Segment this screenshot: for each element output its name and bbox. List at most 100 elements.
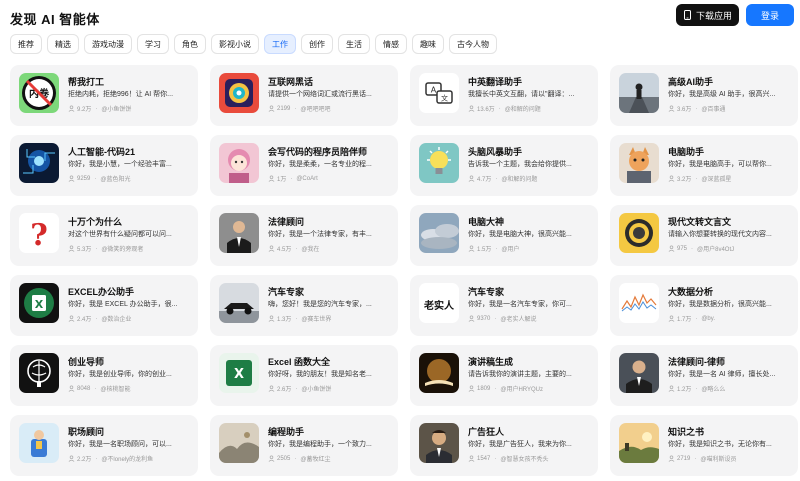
agent-card[interactable]: 大数据分析你好，我是数据分析，很高兴能... 1.7万 · @by. (610, 275, 798, 336)
agent-card[interactable]: 法律顾问 你好，我是一个法律专家，有丰... 4.5万 · @我在 (210, 205, 398, 266)
agent-card[interactable]: 广告狂人 你好，我是广告狂人，我来为你... 1547 · @智慧女孩不秃头 (410, 415, 598, 476)
login-button[interactable]: 登录 (746, 4, 794, 26)
agent-card[interactable]: ? 十万个为什么 对这个世界有什么疑问都可以问... 5.3万 · @微笑的旁观者 (10, 205, 198, 266)
agent-card[interactable]: 互联网黑话 请提供一个网络词汇或流行黑话... 2199 · @吧吧吧吧 (210, 65, 398, 126)
agent-usage-count: 8048 (77, 385, 91, 392)
agent-usage-count: 1.7万 (677, 317, 692, 323)
agent-card[interactable]: 电脑助手 你好，我是电脑高手，可以帮你... 3.2万 · @深蓝孤星 (610, 135, 798, 196)
agent-description: 你好，我是编程助手，一个致力... (268, 441, 372, 448)
agent-avatar (619, 73, 659, 113)
agent-card[interactable]: 知识之书 你好，我是知识之书，无论你有... 2719 · @喵利斯设员 (610, 415, 798, 476)
svg-text:?: ? (30, 218, 48, 253)
usage-count-icon (668, 315, 675, 322)
agent-description: 你好，我是数据分析，很高兴能... (668, 301, 772, 308)
usage-count-icon (668, 455, 675, 462)
tab-1[interactable]: 推荐 (10, 34, 42, 54)
agent-author: @老实人解说 (500, 317, 537, 323)
tab-6[interactable]: 影视小说 (211, 34, 259, 54)
agent-avatar (19, 143, 59, 183)
usage-count-icon (468, 315, 475, 322)
svg-text:X: X (35, 298, 44, 311)
agent-card[interactable]: 现代文转文言文 请输入你想要转换的现代文内容... 975 · @用户8v4OtJ (610, 205, 798, 266)
agent-card[interactable]: A 文中英翻译助手 我擅长中英文互翻，请以"翻译：... 13.6万 · @和解的问题 (410, 65, 598, 126)
agent-avatar (619, 143, 659, 183)
tab-4[interactable]: 学习 (137, 34, 169, 54)
agent-card[interactable]: 内卷帮我打工拒绝内耗，拒绝996！让 AI 帮你... 9.2万·@小鱼饼饼 (10, 65, 198, 126)
category-tabs: 推荐 精选 游戏动漫 学习 角色 影视小说 工作 创作 生活 情感 趣味 古今人物 (10, 34, 497, 54)
meta-separator: · (290, 175, 293, 182)
agent-card[interactable]: 编程助手 你好，我是编程助手，一个致力... 2505 · @蓄牧红尘 (210, 415, 398, 476)
agent-card[interactable]: 高级AI助手 你好，我是高级 AI 助手，很高兴... 3.6万 · @百事通 (610, 65, 798, 126)
agent-card[interactable]: 职场顾问 你好，我是一名职场顾问，可以... 2.2万 · @不lonely的龙利鱼 (10, 415, 198, 476)
agent-avatar (19, 423, 59, 463)
agent-card[interactable]: X Excel 函数大全 你好呀，我的朋友！我是知名老... 2.6万 · @小鱼饼饼 (210, 345, 398, 406)
agent-avatar (219, 143, 259, 183)
tab-10[interactable]: 情感 (375, 34, 407, 54)
tab-7[interactable]: 工作 (264, 34, 296, 54)
meta-separator: · (695, 315, 698, 322)
usage-count-icon (468, 175, 475, 182)
agent-card[interactable]: 头脑风暴助手 告诉我一个主题，我会给你提供... 4.7万 · @和解的问题 (410, 135, 598, 196)
agent-card[interactable]: X EXCEL办公助手 你好，我是 EXCEL 办公助手，很... 2.4万 · @数治企… (10, 275, 198, 336)
agent-description: 你好，我是广告狂人，我来为你... (468, 441, 572, 448)
agent-title: 创业导师 (68, 357, 105, 367)
tab-9[interactable]: 生活 (338, 34, 370, 54)
usage-count-icon (68, 455, 75, 462)
agent-avatar (219, 283, 259, 323)
meta-separator: · (691, 245, 694, 252)
agent-title: 演讲稿生成 (468, 357, 514, 367)
agent-meta: 2199 · @吧吧吧吧 (268, 104, 393, 113)
tab-3[interactable]: 游戏动漫 (84, 34, 132, 54)
agent-description: 你好，我是电脑高手，可以帮你... (668, 161, 772, 168)
agent-description: 你好，我是知识之书，无论你有... (668, 441, 772, 448)
agent-card[interactable]: 电脑大神 你好，我是电脑大神，很高兴能... 1.5万 · @用户 (410, 205, 598, 266)
agent-card[interactable]: 汽车专家 嗨，您好！我是您的汽车专家，... 1.3万 · @赛车世界 (210, 275, 398, 336)
meta-separator: · (494, 315, 497, 322)
tab-2[interactable]: 精选 (47, 34, 79, 54)
agent-meta: 3.6万 · @百事通 (668, 104, 793, 113)
agent-card[interactable]: 法律顾问-律师 你好，我是一名 AI 律师，擅长处... 1.2万 · @略么么 (610, 345, 798, 406)
agent-meta: 1809 · @用户HRYQUz (468, 384, 593, 393)
agent-meta: 9370 · @老实人解说 (468, 314, 593, 323)
agent-meta: 9.2万 · @小鱼饼饼 (68, 104, 193, 113)
tab-5[interactable]: 角色 (174, 34, 206, 54)
agent-usage-count: 2505 (277, 455, 291, 462)
agent-usage-count: 2.2万 (77, 457, 92, 463)
tab-11[interactable]: 趣味 (412, 34, 444, 54)
agent-card[interactable]: 会写代码的程序员陪伴师 你好，我是柔柔，一名专业的程... 1万 · @CoArt (210, 135, 398, 196)
agent-description: 我擅长中英文互翻，请以"翻译：... (468, 91, 575, 98)
tab-8[interactable]: 创作 (301, 34, 333, 54)
agent-card[interactable]: 创业导师 你好，我是创业导师，你的创业... 8048 · @核桃智能 (10, 345, 198, 406)
agent-meta: 2.6万 · @小鱼饼饼 (268, 384, 393, 393)
agent-card-grid: 内卷帮我打工拒绝内耗，拒绝996！让 AI 帮你...9.2万·@小鱼饼饼互联网… (10, 65, 798, 476)
agent-description: 你好，我是一名 AI 律师，擅长处... (668, 371, 776, 378)
agent-title: 大数据分析 (668, 287, 714, 297)
meta-separator: · (695, 385, 698, 392)
usage-count-icon (668, 385, 675, 392)
meta-separator: · (95, 315, 98, 322)
agent-author: @和解的问题 (504, 107, 541, 113)
meta-separator: · (494, 385, 497, 392)
download-app-button[interactable]: 下载应用 (676, 4, 739, 26)
tab-12[interactable]: 古今人物 (449, 34, 497, 54)
meta-separator: · (495, 175, 498, 182)
agent-author: @吧吧吧吧 (300, 107, 331, 113)
agent-meta: 2.4万 · @数治企业 (68, 314, 193, 323)
usage-count-icon (68, 315, 75, 322)
agent-meta: 1.7万 · @by. (668, 314, 793, 323)
agent-author: @百事通 (701, 107, 726, 113)
meta-separator: · (95, 455, 98, 462)
agent-description: 你好，我是一名职场顾问，可以... (68, 441, 172, 448)
agent-card[interactable]: 老实人 汽车专家 你好，我是一名汽车专家，你可... 9370 · @老实人解说 (410, 275, 598, 336)
agent-title: 法律顾问-律师 (668, 357, 725, 367)
agent-card[interactable]: 演讲稿生成 请告诉我你的演讲主题，主要的... 1809 · @用户HRYQUz (410, 345, 598, 406)
agent-description: 嗨，您好！我是您的汽车专家，... (268, 301, 372, 308)
agent-usage-count: 1.3万 (277, 317, 292, 323)
agent-usage-count: 1.2万 (677, 387, 692, 393)
agent-card[interactable]: 人工智能-代码21 你好，我是小慧，一个经验丰富... 9259 · @蓝色阳光 (10, 135, 198, 196)
meta-separator: · (494, 455, 497, 462)
agent-title: 互联网黑话 (268, 77, 314, 87)
usage-count-icon (268, 315, 275, 322)
agent-avatar: 老实人 (419, 283, 459, 323)
meta-separator: · (695, 175, 698, 182)
